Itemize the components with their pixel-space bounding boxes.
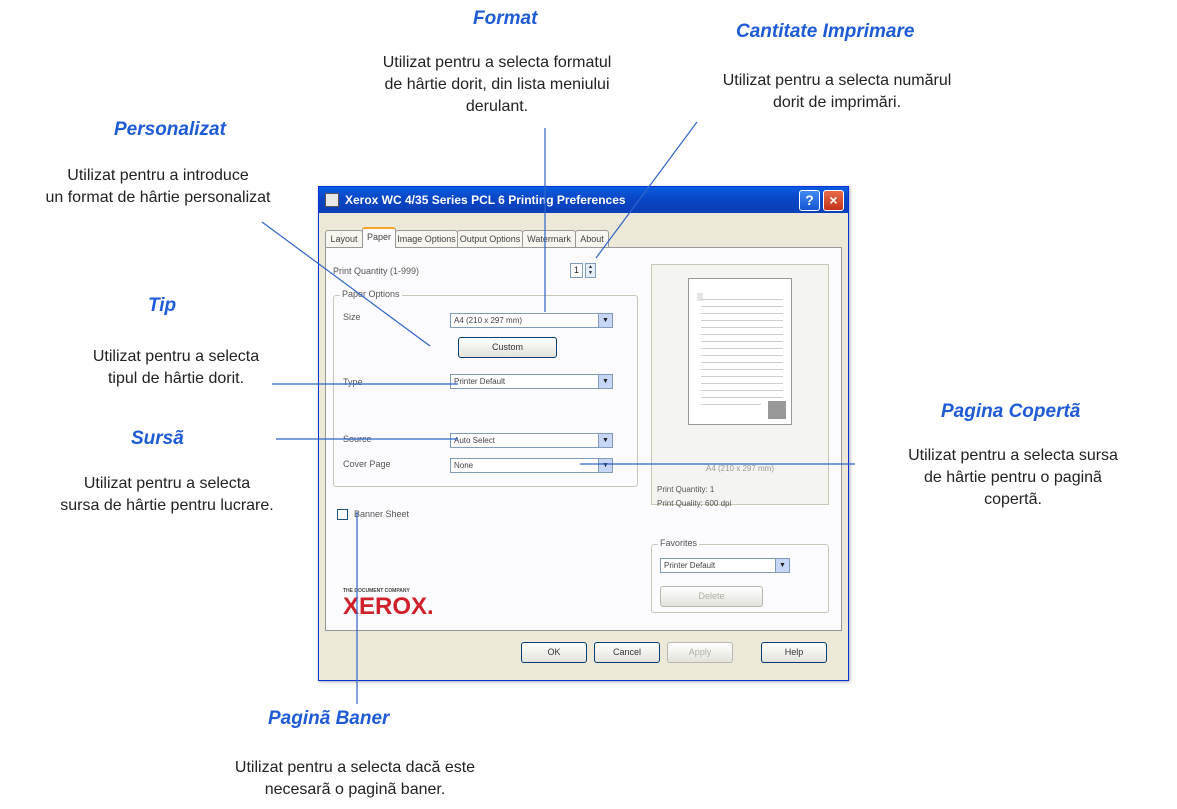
chevron-down-icon: ▼	[598, 314, 612, 327]
cover-page-marker	[768, 401, 786, 419]
close-button[interactable]: ×	[823, 190, 844, 211]
title-bar[interactable]: Xerox WC 4/35 Series PCL 6 Printing Pref…	[319, 187, 848, 213]
page-preview	[688, 278, 792, 425]
preview-size-caption: A4 (210 x 297 mm)	[705, 464, 775, 473]
preview-print-quantity: Print Quantity: 1	[657, 485, 715, 494]
tab-layout[interactable]: Layout	[325, 230, 363, 247]
callout-title-custom: Personalizat	[114, 119, 226, 140]
chevron-down-icon: ▼	[598, 434, 612, 447]
size-select-value: A4 (210 x 297 mm)	[454, 316, 523, 325]
callout-text-banner: Utilizat pentru a selecta dacă este nece…	[234, 759, 476, 798]
callout-title-banner: Paginã Baner	[268, 708, 390, 729]
tab-watermark[interactable]: Watermark	[522, 230, 576, 247]
source-select[interactable]: Auto Select ▼	[450, 433, 613, 448]
size-select[interactable]: A4 (210 x 297 mm) ▼	[450, 313, 613, 328]
type-select-value: Printer Default	[454, 377, 506, 386]
print-quantity-input[interactable]: 1	[570, 263, 583, 278]
xerox-logo: XEROX.	[343, 593, 434, 620]
tab-about[interactable]: About	[575, 230, 609, 247]
banner-sheet-checkbox[interactable]	[337, 509, 348, 520]
callout-text-source: Utilizat pentru a selecta sursa de hârti…	[60, 475, 274, 514]
callout-text-quantity: Utilizat pentru a selecta numărul dorit …	[722, 72, 952, 111]
cancel-button[interactable]: Cancel	[594, 642, 660, 663]
chevron-down-icon: ▼	[598, 375, 612, 388]
paper-preview: A4 (210 x 297 mm) Print Quantity: 1 Prin…	[651, 264, 829, 508]
type-label: Type	[343, 377, 363, 387]
print-quantity-spinner[interactable]: ▲ ▼	[585, 263, 596, 278]
cover-page-select[interactable]: None ▼	[450, 458, 613, 473]
apply-button[interactable]: Apply	[667, 642, 733, 663]
favorites-select-value: Printer Default	[664, 561, 716, 570]
tab-output-options[interactable]: Output Options	[457, 230, 523, 247]
paper-tab-panel: Print Quantity (1-999) 1 ▲ ▼ Paper Option…	[325, 247, 842, 631]
window-title: Xerox WC 4/35 Series PCL 6 Printing Pref…	[345, 193, 626, 207]
callout-text-cover: Utilizat pentru a selecta sursa de hârti…	[908, 447, 1118, 508]
tab-image-options[interactable]: Image Options	[395, 230, 458, 247]
callout-title-source: Sursã	[131, 428, 184, 449]
cover-page-select-value: None	[454, 461, 474, 470]
favorites-select[interactable]: Printer Default ▼	[660, 558, 790, 573]
type-select[interactable]: Printer Default ▼	[450, 374, 613, 389]
callout-title-quantity: Cantitate Imprimare	[736, 21, 915, 42]
preview-print-quality: Print Quality: 600 dpi	[657, 499, 732, 508]
printing-preferences-dialog: Xerox WC 4/35 Series PCL 6 Printing Pref…	[318, 186, 849, 681]
chevron-down-icon: ▼	[775, 559, 789, 572]
delete-favorite-button[interactable]: Delete	[660, 586, 763, 607]
favorites-legend: Favorites	[658, 538, 700, 548]
printer-icon	[325, 193, 339, 207]
tab-paper[interactable]: Paper	[362, 227, 396, 248]
callout-text-type: Utilizat pentru a selecta tipul de hârti…	[92, 348, 260, 387]
paper-options-legend: Paper Options	[340, 289, 402, 299]
size-label: Size	[343, 312, 361, 322]
custom-button[interactable]: Custom	[458, 337, 557, 358]
help-title-button[interactable]: ?	[799, 190, 820, 211]
callout-title-cover: Pagina Copertã	[941, 401, 1081, 422]
callout-text-format: Utilizat pentru a selecta formatul de hâ…	[382, 54, 612, 115]
source-label: Source	[343, 434, 372, 444]
chevron-down-icon: ▼	[598, 459, 612, 472]
cover-page-label: Cover Page	[343, 459, 391, 469]
ok-button[interactable]: OK	[521, 642, 587, 663]
callout-title-format: Format	[473, 8, 538, 29]
print-quantity-label: Print Quantity (1-999)	[333, 266, 420, 276]
source-select-value: Auto Select	[454, 436, 495, 445]
banner-sheet-label[interactable]: Banner Sheet	[354, 509, 409, 519]
help-button[interactable]: Help	[761, 642, 827, 663]
callout-text-custom: Utilizat pentru a introduce un format de…	[45, 167, 271, 206]
callout-title-type: Tip	[148, 295, 177, 316]
